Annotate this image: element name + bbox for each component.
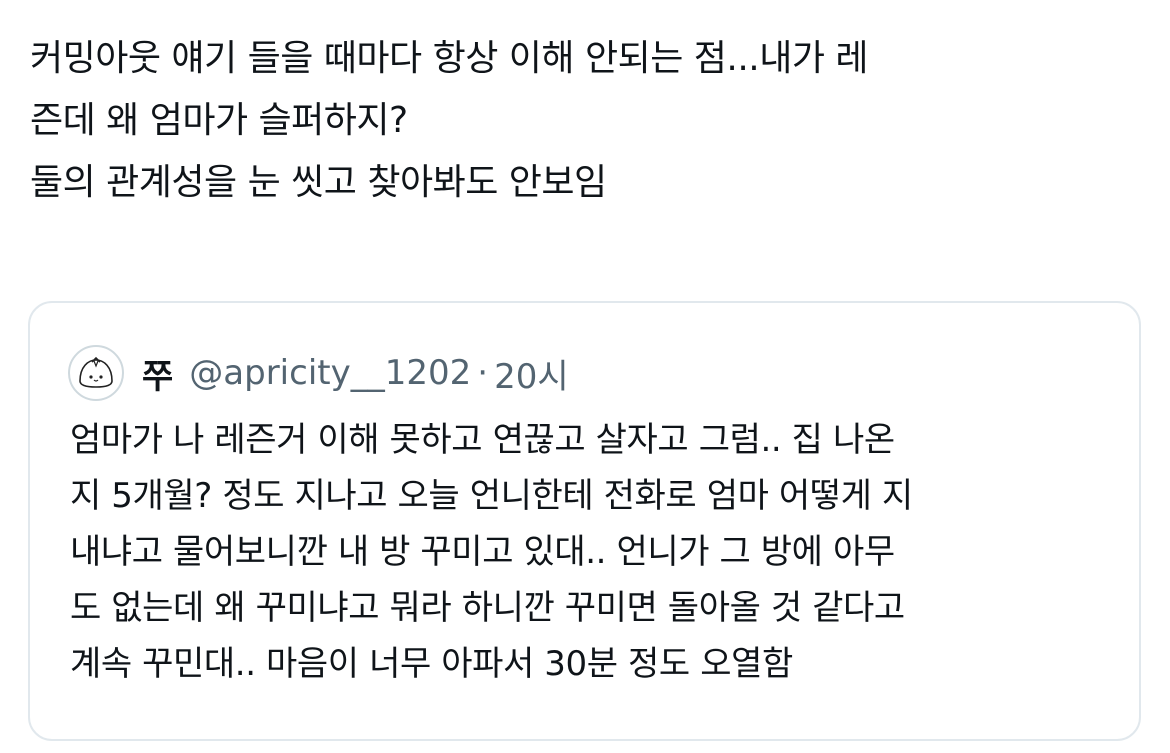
quoted-text-line: 엄마가 나 레즌거 이해 못하고 연끊고 살자고 그럼.. 집 나온 — [70, 420, 895, 460]
tweet-text-line: 커밍아웃 얘기 들을 때마다 항상 이해 안되는 점...내가 레 — [30, 38, 869, 79]
timestamp[interactable]: 20시 — [494, 349, 569, 398]
quoted-text-line: 도 없는데 왜 꾸미냐고 뭐라 하니깐 꾸미면 돌아올 것 같다고 — [70, 588, 905, 628]
tweet-text-line: 둘의 관계성을 눈 씻고 찾아봐도 안보임 — [30, 162, 607, 203]
dumpling-character-icon — [79, 356, 113, 388]
tweet-text-line: 즌데 왜 엄마가 슬퍼하지? — [30, 100, 408, 141]
quoted-text-line: 내냐고 물어보니깐 내 방 꾸미고 있대.. 언니가 그 방에 아무 — [70, 532, 895, 572]
quoted-text-line: 계속 꾸민대.. 마음이 너무 아파서 30분 정도 오열함 — [70, 644, 793, 684]
avatar[interactable] — [68, 345, 124, 401]
user-handle[interactable]: @apricity__1202 — [189, 353, 471, 393]
display-name[interactable]: 쭈 — [142, 349, 173, 398]
quoted-tweet-header: 쭈 @apricity__1202 · 20시 — [68, 343, 569, 403]
tweet-text: 커밍아웃 얘기 들을 때마다 항상 이해 안되는 점...내가 레 즌데 왜 엄… — [30, 28, 1150, 214]
quoted-text-line: 지 5개월? 정도 지나고 오늘 언니한테 전화로 엄마 어떻게 지 — [70, 476, 913, 516]
quoted-tweet-card[interactable]: 쭈 @apricity__1202 · 20시 엄마가 나 레즌거 이해 못하고… — [28, 301, 1141, 741]
quoted-tweet-text: 엄마가 나 레즌거 이해 못하고 연끊고 살자고 그럼.. 집 나온 지 5개월… — [70, 412, 1130, 692]
separator-dot: · — [477, 353, 489, 393]
